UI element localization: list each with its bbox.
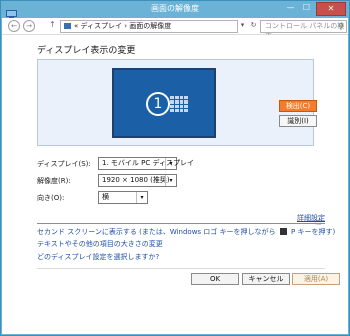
back-button[interactable]: ←: [8, 20, 20, 32]
resolution-value: 1920 × 1080 (推奨): [102, 176, 170, 184]
navigation-bar: ← → ↑ « ディスプレイ › 画面の解像度 ▾ ↻ コントロール パネルの検…: [2, 18, 348, 41]
maximize-button[interactable]: ☐: [299, 2, 314, 14]
orientation-select[interactable]: 横 ▾: [98, 191, 148, 204]
chevron-down-icon: ▾: [165, 175, 176, 186]
cancel-button[interactable]: キャンセル: [242, 273, 290, 285]
search-icon[interactable]: ⚲: [338, 21, 344, 32]
chevron-down-icon: ▾: [136, 192, 147, 203]
apply-button[interactable]: 適用(A): [292, 273, 340, 285]
monitor-1-tile[interactable]: 1: [112, 68, 216, 138]
orientation-value: 横: [102, 193, 109, 201]
display-resolution-window: 画面の解像度 — ☐ ✕ ← → ↑ « ディスプレイ › 画面の解像度 ▾ ↻…: [0, 0, 350, 336]
resolution-label: 解像度(R):: [37, 177, 71, 185]
text-size-link[interactable]: テキストやその他の項目の大きさの変更: [37, 239, 163, 249]
breadcrumb: « ディスプレイ › 画面の解像度: [74, 22, 172, 30]
windows-start-icon: [170, 96, 188, 112]
minimize-button[interactable]: —: [283, 2, 298, 14]
windows-logo-icon: [279, 228, 287, 235]
search-input[interactable]: コントロール パネルの検索 ⚲: [260, 20, 347, 41]
display-value: 1. モバイル PC ディスプレイ: [102, 159, 194, 167]
page-title: ディスプレイ表示の変更: [37, 46, 136, 56]
monitor-number: 1: [146, 92, 170, 116]
title-bar[interactable]: 画面の解像度 — ☐ ✕: [1, 1, 349, 19]
refresh-button[interactable]: ↻: [248, 20, 259, 31]
display-select[interactable]: 1. モバイル PC ディスプレイ ▾: [98, 157, 194, 170]
display-label: ディスプレイ(S):: [37, 160, 91, 168]
forward-button[interactable]: →: [23, 20, 35, 32]
footer-divider: [37, 268, 325, 269]
detect-button[interactable]: 検出(C): [279, 100, 317, 112]
second-screen-text: セカンド スクリーンに表示する (または、Windows ロゴ キーを押しながら: [37, 228, 276, 236]
display-preview-panel: 1 検出(C) 識別(I): [37, 59, 317, 146]
monitor-icon: [64, 23, 71, 29]
main-content: ディスプレイ表示の変更 1 検出(C) 識別(I) ディスプレイ(S): 1. …: [2, 35, 348, 334]
second-screen-text-end: P キーを押す): [291, 228, 336, 236]
address-dropdown-button[interactable]: ▾: [237, 20, 248, 31]
ok-button[interactable]: OK: [191, 273, 239, 285]
identify-button[interactable]: 識別(I): [279, 115, 317, 127]
orientation-label: 向き(O):: [37, 194, 65, 202]
second-screen-link[interactable]: セカンド スクリーンに表示する (または、Windows ロゴ キーを押しながら…: [37, 227, 335, 237]
up-button[interactable]: ↑: [49, 20, 56, 29]
close-button[interactable]: ✕: [316, 2, 346, 16]
address-bar[interactable]: « ディスプレイ › 画面の解像度: [60, 20, 238, 33]
resolution-select[interactable]: 1920 × 1080 (推奨) ▾: [98, 174, 177, 187]
chevron-down-icon: ▾: [165, 158, 176, 169]
section-divider: [37, 223, 325, 224]
which-settings-link[interactable]: どのディスプレイ設定を選択しますか?: [37, 252, 159, 262]
